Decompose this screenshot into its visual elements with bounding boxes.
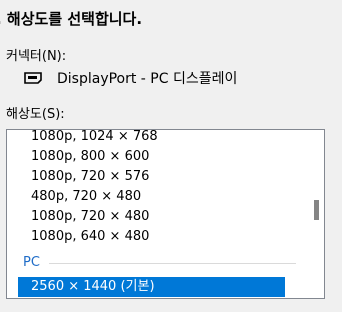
vertical-scrollbar[interactable] xyxy=(308,130,324,298)
list-item[interactable]: 1080p, 1024 × 768 xyxy=(31,130,158,147)
displayport-connector-icon xyxy=(24,72,42,84)
list-item[interactable]: 1080p, 640 × 480 xyxy=(31,227,149,247)
list-item[interactable]: 1080p, 800 × 600 xyxy=(31,147,149,167)
list-item[interactable]: 480p, 720 × 480 xyxy=(31,187,141,207)
resolution-settings-panel: . 해상도를 선택합니다. 커넥터(N): DisplayPort - PC 디… xyxy=(0,0,342,312)
list-item[interactable]: 1080p, 720 × 480 xyxy=(31,207,149,227)
group-divider xyxy=(49,263,296,264)
connector-row: DisplayPort - PC 디스플레이 xyxy=(24,66,237,90)
group-header-pc: PC xyxy=(23,255,40,270)
resolution-label: 해상도(S): xyxy=(6,107,65,122)
scroll-thumb[interactable] xyxy=(314,200,319,220)
selected-list-item[interactable]: 2560 × 1440 (기본) xyxy=(18,277,285,297)
resolution-listbox[interactable]: 1080p, 1024 × 768 1080p, 800 × 600 1080p… xyxy=(6,129,325,299)
step-heading: . 해상도를 선택합니다. xyxy=(0,10,143,28)
list-item[interactable]: 1080p, 720 × 576 xyxy=(31,167,149,187)
connector-label: 커넥터(N): xyxy=(6,49,67,64)
connector-name: DisplayPort - PC 디스플레이 xyxy=(57,71,238,87)
